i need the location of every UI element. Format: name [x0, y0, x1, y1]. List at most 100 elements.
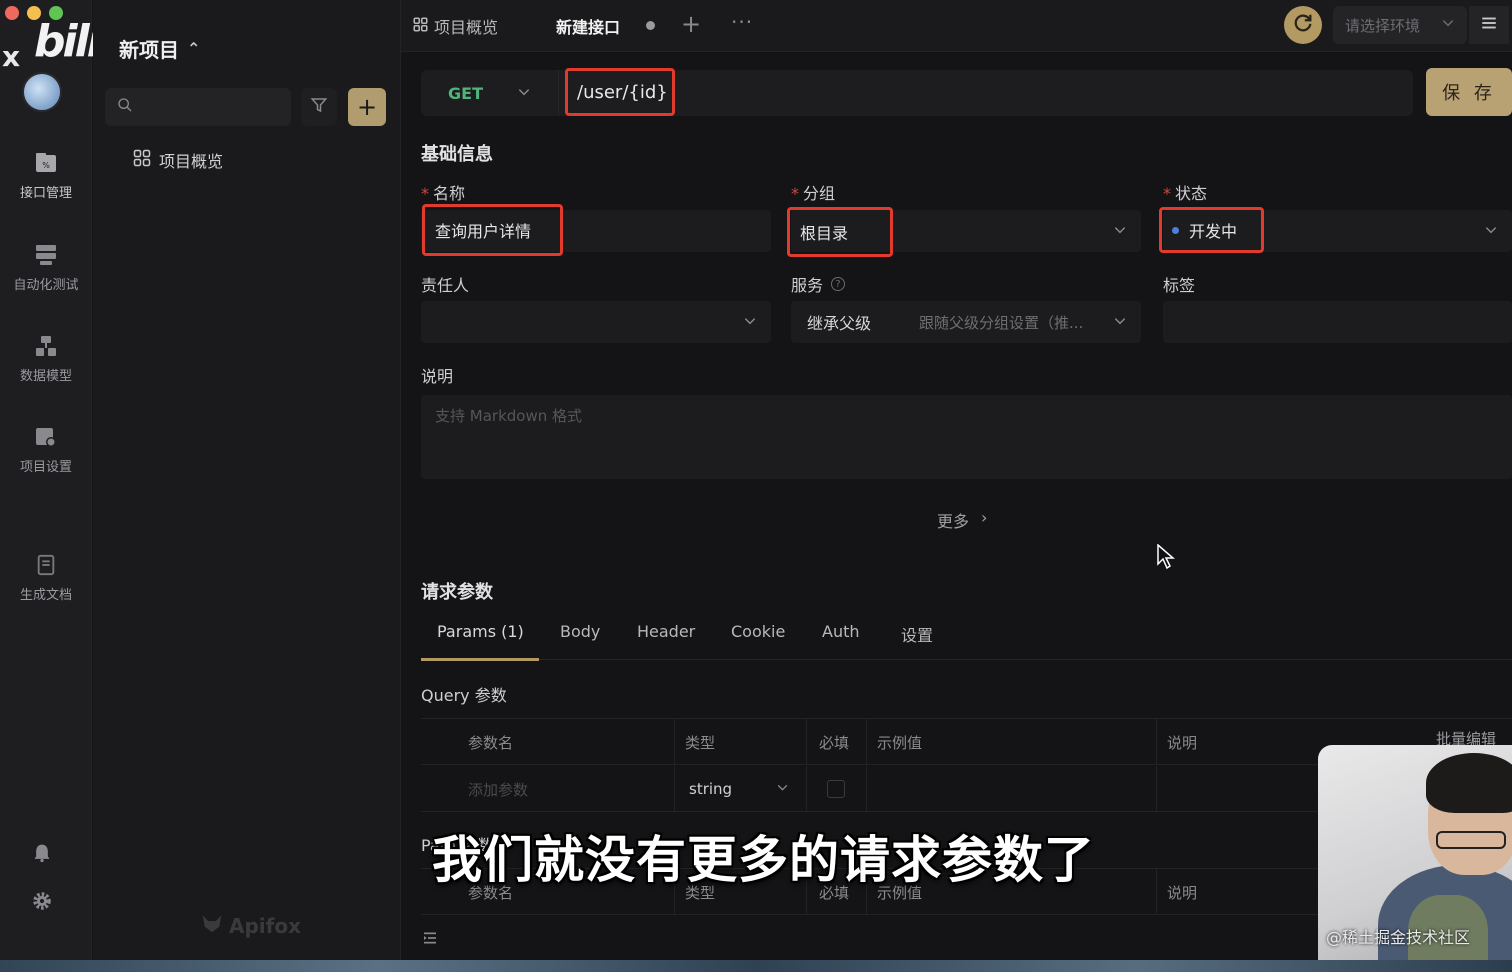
- gear-icon[interactable]: [31, 890, 53, 912]
- tab-label: 项目概览: [434, 18, 499, 37]
- rail-item-label: 项目设置: [19, 460, 72, 475]
- rail-item-data-model[interactable]: 数据模型: [0, 333, 92, 384]
- environment-select[interactable]: 请选择环境: [1333, 6, 1467, 44]
- grid-icon: [133, 149, 151, 171]
- status-value[interactable]: 开发中: [1159, 207, 1264, 253]
- required-checkbox[interactable]: [827, 780, 845, 798]
- bell-icon[interactable]: [31, 842, 53, 864]
- tags-label: 标签: [1163, 276, 1196, 295]
- refresh-icon: [1292, 12, 1314, 38]
- service-label: 服务 ?: [791, 272, 846, 296]
- owner-select[interactable]: [421, 301, 771, 343]
- status-label: * 状态: [1163, 184, 1208, 203]
- add-button[interactable]: +: [348, 88, 386, 126]
- tab-bar: 项目概览 新建接口 + ··· 请选择环境: [401, 0, 1512, 52]
- save-button[interactable]: 保 存: [1426, 68, 1512, 116]
- query-params-table: 参数名 类型 必填 示例值 说明 添加参数 string: [421, 718, 1512, 812]
- apifox-logo-icon: [201, 912, 223, 939]
- tags-input[interactable]: [1163, 301, 1512, 343]
- background-strip: [0, 960, 1512, 972]
- url-bar: GET /user/{id}: [421, 68, 1413, 116]
- settings-doc-icon: [33, 424, 59, 450]
- chevron-down-icon: [1113, 313, 1127, 332]
- updown-chevron-icon: ⌃: [187, 39, 201, 58]
- chevron-down-icon: [743, 313, 757, 332]
- basic-info-title: 基础信息: [421, 144, 493, 165]
- hierarchy-icon: [33, 333, 59, 359]
- group-value[interactable]: 根目录: [787, 207, 893, 257]
- document-icon: [33, 552, 59, 578]
- rail-item-auto-test[interactable]: 自动化测试: [0, 242, 92, 293]
- search-box[interactable]: [105, 88, 291, 126]
- rail-item-label: 数据模型: [19, 369, 72, 384]
- name-input[interactable]: 查询用户详情: [422, 204, 563, 256]
- new-tab-plus-icon[interactable]: +: [681, 10, 701, 38]
- tab-label: 新建接口: [556, 18, 621, 37]
- server-stack-icon: [33, 242, 59, 268]
- tab-auth[interactable]: Auth: [822, 622, 860, 641]
- name-label: * 名称: [421, 184, 466, 203]
- method-label: GET: [448, 83, 483, 103]
- search-input[interactable]: [141, 99, 281, 115]
- example-cell[interactable]: [866, 766, 1156, 812]
- grid-icon: [413, 16, 428, 36]
- column-header: 说明: [1156, 719, 1197, 765]
- add-param-input[interactable]: 添加参数: [468, 766, 528, 812]
- search-icon: [117, 97, 133, 117]
- tree-item-label: 项目概览: [159, 152, 224, 171]
- type-select[interactable]: string: [674, 766, 806, 812]
- project-switcher[interactable]: 新项目 ⌃: [119, 34, 200, 63]
- tree-item-overview[interactable]: 项目概览: [133, 148, 223, 172]
- more-toggle[interactable]: 更多 ›: [937, 508, 987, 532]
- tab-project-overview[interactable]: 项目概览: [413, 14, 498, 38]
- close-window-button[interactable]: [5, 6, 19, 20]
- project-name: 新项目: [119, 38, 179, 62]
- required-cell: [806, 766, 866, 812]
- menu-button[interactable]: [1469, 6, 1509, 44]
- avatar[interactable]: [22, 72, 62, 112]
- environment-placeholder: 请选择环境: [1345, 16, 1421, 35]
- request-params-title: 请求参数: [421, 582, 493, 603]
- hamburger-icon: [1480, 14, 1498, 36]
- rail-item-generate-docs[interactable]: 生成文档: [0, 552, 92, 603]
- tab-cookie[interactable]: Cookie: [731, 622, 785, 641]
- description-label: 说明: [421, 367, 454, 386]
- tab-header[interactable]: Header: [637, 622, 695, 641]
- help-icon[interactable]: ?: [831, 277, 846, 291]
- tab-params[interactable]: Params (1): [437, 622, 524, 641]
- svg-text:%: %: [42, 161, 50, 170]
- url-input[interactable]: /user/{id}: [565, 68, 675, 116]
- left-rail: x bilibili % 接口管理 自动化测试 数据模型 项目设置 生成文档: [0, 0, 166, 972]
- group-label: * 分组: [791, 184, 836, 203]
- tab-new-api[interactable]: 新建接口: [556, 14, 620, 38]
- status-dot-icon: [1172, 226, 1179, 234]
- params-tabs: Params (1) Body Header Cookie Auth 设置: [421, 608, 1512, 661]
- tab-body[interactable]: Body: [560, 622, 600, 641]
- plus-icon: +: [356, 93, 378, 121]
- column-header: 参数名: [468, 733, 514, 752]
- filter-button[interactable]: [301, 88, 337, 126]
- video-subtitle: 我们就没有更多的请求参数了: [432, 831, 1095, 889]
- description-textarea[interactable]: 支持 Markdown 格式: [421, 395, 1512, 479]
- rail-item-api-management[interactable]: % 接口管理: [0, 150, 92, 201]
- column-header: 说明: [1156, 869, 1197, 915]
- tab-settings[interactable]: 设置: [901, 622, 933, 646]
- type-value: string: [689, 780, 733, 798]
- apifox-brand: Apifox: [201, 912, 301, 939]
- rail-item-label: 自动化测试: [13, 278, 79, 293]
- column-header: 类型: [674, 719, 715, 765]
- rail-item-project-settings[interactable]: 项目设置: [0, 424, 92, 475]
- column-header: 示例值: [866, 719, 922, 765]
- method-select[interactable]: GET: [421, 70, 559, 116]
- apifox-brand-text: Apifox: [229, 913, 301, 938]
- column-header: 必填: [806, 719, 849, 765]
- chevron-down-icon: [1113, 222, 1127, 241]
- sync-button[interactable]: [1284, 6, 1322, 44]
- more-label: 更多: [937, 512, 970, 531]
- chevron-down-icon: [776, 780, 789, 798]
- list-indent-icon[interactable]: [422, 930, 438, 950]
- more-tabs-icon[interactable]: ···: [731, 10, 753, 34]
- rail-item-label: 接口管理: [19, 186, 72, 201]
- service-select[interactable]: 继承父级 跟随父级分组设置（推...: [791, 301, 1141, 343]
- mouse-cursor-icon: [1157, 543, 1176, 574]
